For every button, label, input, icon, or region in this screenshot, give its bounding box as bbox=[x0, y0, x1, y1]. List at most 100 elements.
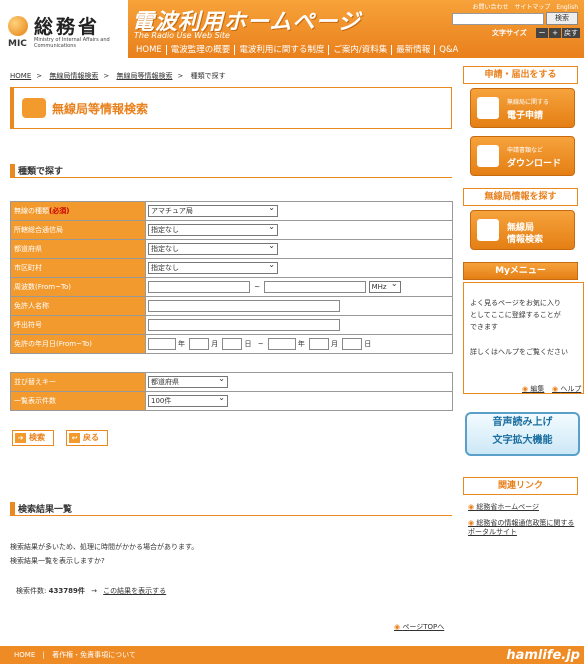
main-nav: HOME 電波監理の概要 電波利用に関する制度 ご案内/資料集 最新情報 Q&A bbox=[132, 43, 463, 57]
station-search-heading: 無線局情報を探す bbox=[463, 188, 578, 206]
nav-overview[interactable]: 電波監理の概要 bbox=[165, 45, 235, 55]
ministry-logo-icon bbox=[8, 16, 28, 36]
form-value: 年 月 日 ~ 年 月 日 bbox=[145, 334, 453, 354]
related-link-mic[interactable]: ◉ 総務省ホームページ bbox=[468, 503, 539, 512]
bureau-label: 所轄総合通信局 bbox=[10, 220, 146, 240]
breadcrumb-station-search[interactable]: 無線局情報検索 bbox=[49, 72, 98, 80]
day-unit: 日 bbox=[364, 340, 372, 348]
prefecture-select[interactable]: 指定なし bbox=[148, 241, 278, 255]
form-row-licensee: 免許人名称 bbox=[10, 296, 453, 316]
results-section-heading: 検索結果一覧 bbox=[10, 502, 72, 515]
form-value bbox=[145, 296, 453, 316]
page-size-label: 一覧表示件数 bbox=[10, 391, 146, 411]
frequency-unit-select[interactable]: MHz bbox=[368, 279, 401, 293]
results-count-label: 検索件数: bbox=[16, 587, 47, 595]
download-button[interactable]: 申請書類など ダウンロード bbox=[470, 136, 575, 176]
station-search-button[interactable]: 無線局 情報検索 bbox=[470, 210, 575, 250]
handshake-icon bbox=[22, 98, 46, 118]
back-button[interactable]: ↩ 戻る bbox=[66, 430, 108, 446]
form-row-callsign: 呼出符号 bbox=[10, 315, 453, 335]
form-value: アマチュア局 bbox=[145, 201, 453, 221]
page: MIC 総務省 Ministry of Internal Affairs and… bbox=[0, 0, 584, 664]
sitemap-link[interactable]: サイトマップ bbox=[514, 4, 550, 11]
frequency-to-input[interactable] bbox=[264, 281, 367, 293]
frequency-tilde: ~ bbox=[254, 283, 261, 291]
breadcrumb-home[interactable]: HOME bbox=[10, 72, 31, 80]
contact-link[interactable]: お問い合わせ bbox=[472, 4, 508, 11]
search-section-heading: 種類で探す bbox=[10, 164, 63, 177]
year-unit: 年 bbox=[297, 340, 305, 348]
related-links-heading: 関連リンク bbox=[463, 477, 578, 495]
date-to-month-input[interactable] bbox=[309, 338, 330, 350]
nav-qa[interactable]: Q&A bbox=[434, 45, 463, 55]
sort-form-table: 並び替えキー 都道府県 一覧表示件数 100件 bbox=[10, 372, 453, 411]
page-top-link[interactable]: ◉ ページTOPへ bbox=[394, 622, 444, 632]
sort-key-select[interactable]: 都道府県 bbox=[148, 374, 228, 388]
my-menu-edit-link[interactable]: ◉ 編集 bbox=[522, 383, 544, 395]
apply-heading: 申請・届出をする bbox=[463, 66, 578, 84]
site-search-input[interactable] bbox=[452, 13, 544, 25]
site-search-button[interactable]: 検索 bbox=[546, 12, 578, 25]
footer: HOME | 著作権・免責事項について hamlife.jp bbox=[0, 646, 584, 664]
form-row-page-size: 一覧表示件数 100件 bbox=[10, 391, 453, 411]
bureau-select[interactable]: 指定なし bbox=[148, 222, 278, 236]
download-big: ダウンロード bbox=[507, 159, 562, 169]
results-confirm-message: 検索結果一覧を表示しますか? bbox=[10, 557, 105, 565]
date-from-year-input[interactable] bbox=[148, 338, 176, 350]
speech-magnifier-button[interactable]: 音声読み上げ 文字拡大機能 bbox=[465, 412, 580, 456]
footer-copyright-link[interactable]: 著作権・免責事項について bbox=[52, 651, 136, 659]
date-from-day-input[interactable] bbox=[222, 338, 243, 350]
frequency-from-input[interactable] bbox=[148, 281, 250, 293]
logo-mic-text: MIC bbox=[8, 39, 27, 49]
breadcrumb-station-info-search[interactable]: 無線局等情報検索 bbox=[116, 72, 172, 80]
help-label: ヘルプ bbox=[560, 385, 582, 393]
nav-news[interactable]: 最新情報 bbox=[391, 45, 435, 55]
license-date-label: 免許の年月日(From~To) bbox=[10, 334, 146, 354]
my-menu-help-text: 詳しくはヘルプをご覧ください bbox=[470, 348, 568, 356]
form-row-frequency: 周波数(From~To) ~ MHz bbox=[10, 277, 453, 297]
licensee-label: 免許人名称 bbox=[10, 296, 146, 316]
breadcrumb-current: 種類で探す bbox=[190, 72, 226, 80]
radio-type-select[interactable]: アマチュア局 bbox=[148, 203, 278, 217]
date-from-month-input[interactable] bbox=[189, 338, 210, 350]
callsign-label: 呼出符号 bbox=[10, 315, 146, 335]
date-to-year-input[interactable] bbox=[267, 338, 296, 350]
my-menu-help-link[interactable]: ◉ ヘルプ bbox=[552, 383, 581, 395]
my-menu-text-3: できます bbox=[470, 323, 498, 331]
computer-icon bbox=[477, 145, 499, 167]
e-application-button[interactable]: 無線局に関する 電子申請 bbox=[470, 88, 575, 128]
results-count-line: 検索件数: 433789件 → この結果を表示する bbox=[16, 586, 166, 596]
date-tilde: ~ bbox=[257, 340, 264, 348]
related-link-portal[interactable]: ◉ 総務省の情報通信政策に関するポータルサイト bbox=[468, 519, 580, 537]
nav-guide[interactable]: ご案内/資料集 bbox=[328, 45, 392, 55]
form-row-prefecture: 都道府県 指定なし bbox=[10, 239, 453, 259]
font-reset-button[interactable]: 戻す bbox=[562, 28, 580, 38]
font-size-label: 文字サイズ bbox=[492, 29, 527, 37]
site-subtitle: The Radio Use Web Site bbox=[134, 31, 230, 40]
form-row-bureau: 所轄総合通信局 指定なし bbox=[10, 220, 453, 240]
radio-type-label: 無線の種類 bbox=[14, 207, 49, 215]
page-title-box: 無線局等情報検索 bbox=[10, 87, 452, 129]
related-link-mic-label: 総務省ホームページ bbox=[476, 503, 539, 511]
footer-home-link[interactable]: HOME bbox=[14, 651, 35, 659]
licensee-input[interactable] bbox=[148, 300, 340, 312]
search-button-label: 検索 bbox=[29, 433, 45, 442]
english-link[interactable]: English bbox=[556, 4, 578, 11]
logo-ministry-english: Ministry of Internal Affairs and Communi… bbox=[34, 37, 110, 49]
date-to-day-input[interactable] bbox=[342, 338, 363, 350]
form-label: 無線の種類(必須) bbox=[10, 201, 146, 221]
city-select[interactable]: 指定なし bbox=[148, 260, 278, 274]
nav-system[interactable]: 電波利用に関する制度 bbox=[234, 45, 329, 55]
search-button[interactable]: ➔ 検索 bbox=[12, 430, 54, 446]
form-row-license-date: 免許の年月日(From~To) 年 月 日 ~ 年 月 日 bbox=[10, 334, 453, 354]
nav-home[interactable]: HOME bbox=[132, 45, 166, 55]
form-value bbox=[145, 315, 453, 335]
logo[interactable]: MIC 総務省 Ministry of Internal Affairs and… bbox=[0, 0, 128, 58]
callsign-input[interactable] bbox=[148, 319, 340, 331]
font-smaller-button[interactable]: ー bbox=[536, 28, 548, 38]
font-larger-button[interactable]: + bbox=[549, 28, 561, 38]
page-size-select[interactable]: 100件 bbox=[148, 393, 228, 407]
sort-key-label: 並び替えキー bbox=[10, 372, 146, 392]
show-results-link[interactable]: この結果を表示する bbox=[103, 587, 166, 595]
logo-ministry-name: 総務省 bbox=[34, 16, 101, 38]
